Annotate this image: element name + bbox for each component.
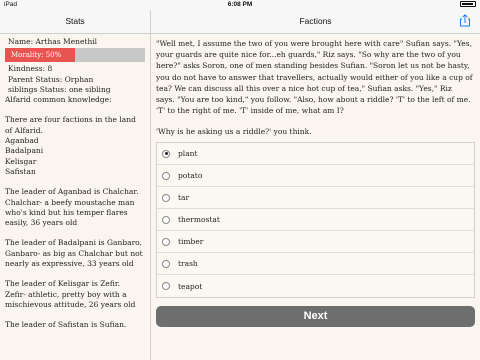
radio-icon (162, 282, 170, 290)
kindness-stat: Kindness: 8 (8, 64, 53, 74)
option-label: plant (178, 149, 198, 158)
radio-selected-icon (162, 149, 170, 158)
stats-list[interactable]: Name: Arthas Menethil Morality: 50% Kind… (0, 34, 150, 331)
siblings-stat: siblings Status: one sibling (8, 84, 111, 94)
factions-title: Factions (299, 16, 332, 26)
factions-navbar: Factions (151, 10, 480, 34)
option-label: trash (178, 259, 198, 268)
story-text: "Well met, I assume the two of you were … (151, 34, 480, 138)
next-button[interactable]: Next (156, 306, 475, 327)
option-teapot[interactable]: teapot (157, 275, 474, 297)
battery-icon (460, 1, 476, 7)
option-label: teapot (178, 281, 203, 291)
clock: 6:08 PM (227, 1, 253, 8)
radio-icon (162, 171, 170, 180)
option-label: timber (178, 237, 204, 246)
status-bar: iPad 6:08 PM (0, 0, 480, 10)
option-label: thermostat (178, 215, 220, 224)
leader-description: Ganbaro- as big as Chalchar but not near… (5, 248, 143, 269)
morality-bar: Morality: 50% (5, 48, 145, 63)
radio-icon (162, 193, 170, 202)
option-thermostat[interactable]: thermostat (157, 209, 474, 231)
leader-line: The leader of Safistan is Sufian. (5, 320, 127, 330)
faction-name: Badalpani (5, 146, 44, 156)
radio-icon (162, 237, 170, 246)
option-label: potato (178, 171, 203, 180)
knowledge-header: Alfarid common knowledge: (5, 95, 112, 105)
share-icon[interactable] (459, 14, 471, 27)
factions-panel: Factions "Well met, I assume the two of … (151, 10, 480, 360)
leader-entry: The leader of Aganbad is Chalchar. Chalc… (5, 187, 145, 228)
option-timber[interactable]: timber (157, 231, 474, 253)
leader-entry: The leader of Kelisgar is Zefir. Zefir- … (5, 279, 145, 310)
radio-icon (162, 215, 170, 224)
stats-panel: Stats Name: Arthas Menethil Morality: 50… (0, 10, 151, 360)
option-trash[interactable]: trash (157, 253, 474, 275)
leader-line: The leader of Kelisgar is Zefir. (5, 279, 121, 289)
option-potato[interactable]: potato (157, 165, 474, 187)
leader-line: The leader of Aganbad is Chalchar. (5, 187, 139, 197)
parent-status-stat: Parent Status: Orphan (8, 74, 94, 84)
faction-name: Safistan (5, 166, 36, 176)
story-paragraph: 'Why is he asking us a riddle?' you thin… (156, 127, 312, 137)
morality-label: Morality: 50% (11, 51, 62, 60)
story-paragraph: "Well met, I assume the two of you were … (156, 39, 473, 116)
leader-entry: The leader of Badalpani is Ganbaro. Ganb… (5, 238, 145, 269)
leader-line: The leader of Badalpani is Ganbaro. (5, 238, 142, 248)
factions-intro: There are four factions in the land of A… (5, 115, 136, 135)
answer-options: plant potato tar thermostat timber trash… (156, 142, 475, 298)
option-plant[interactable]: plant (157, 143, 474, 165)
leader-description: Chalchar- a beefy moustache man who's ki… (5, 197, 135, 228)
radio-icon (162, 259, 170, 268)
faction-name: Kelisgar (5, 156, 37, 166)
stats-title: Stats (65, 16, 85, 26)
character-name: Name: Arthas Menethil (8, 37, 98, 46)
leader-description: Zefir- athletic, pretty boy with a misch… (5, 289, 136, 309)
faction-names: Aganbad Badalpani Kelisgar Safistan (5, 136, 145, 177)
stats-navbar: Stats (0, 10, 150, 34)
faction-name: Aganbad (5, 136, 39, 146)
option-tar[interactable]: tar (157, 187, 474, 209)
leader-entry: The leader of Safistan is Sufian. (5, 320, 145, 330)
option-label: tar (178, 193, 190, 202)
battery-indicator (460, 1, 476, 7)
